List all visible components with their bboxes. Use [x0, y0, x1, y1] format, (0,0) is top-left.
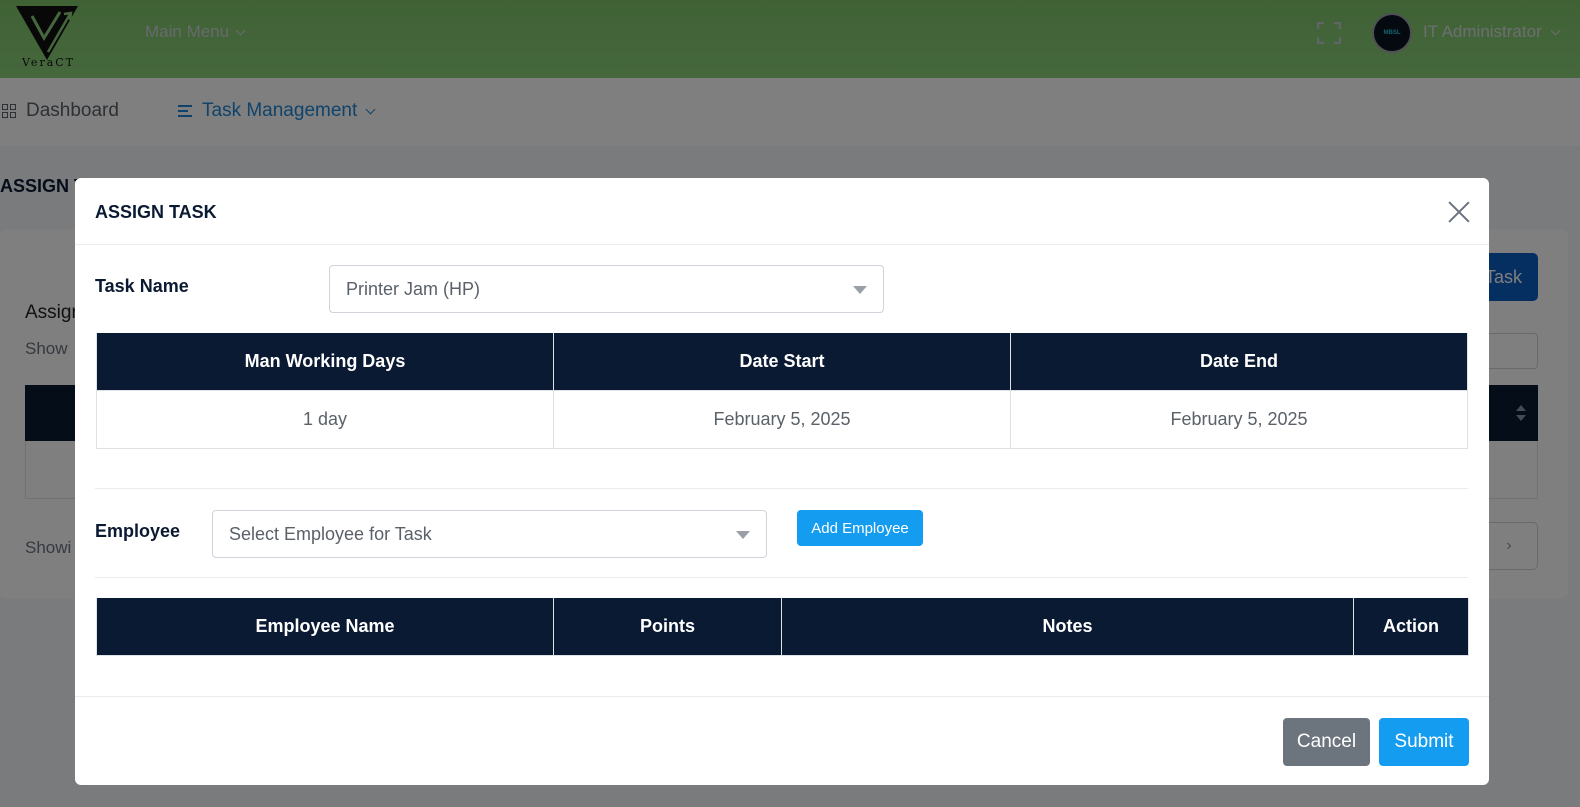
modal-footer: Cancel Submit	[75, 696, 1489, 785]
date-end-cell: February 5, 2025	[1010, 389, 1468, 449]
column-header-action: Action	[1353, 598, 1469, 656]
close-icon[interactable]	[1447, 200, 1471, 224]
divider	[95, 577, 1468, 578]
modal-title: ASSIGN TASK	[95, 202, 217, 222]
column-header-man-working-days: Man Working Days	[96, 333, 554, 391]
schedule-table: Man Working Days Date Start Date End 1 d…	[96, 333, 1468, 449]
assign-task-modal: ASSIGN TASK Task Name Printer Jam (HP) M…	[75, 178, 1489, 785]
column-header-points: Points	[553, 598, 782, 656]
employee-select[interactable]: Select Employee for Task	[212, 510, 767, 558]
task-name-label: Task Name	[95, 276, 189, 296]
submit-button[interactable]: Submit	[1379, 718, 1469, 766]
employee-table: Employee Name Points Notes Action	[96, 598, 1469, 656]
man-working-days-cell: 1 day	[96, 389, 554, 449]
column-header-employee-name: Employee Name	[96, 598, 554, 656]
caret-down-icon	[853, 286, 867, 294]
column-header-date-start: Date Start	[553, 333, 1011, 391]
column-header-notes: Notes	[781, 598, 1354, 656]
task-name-value: Printer Jam (HP)	[346, 278, 481, 299]
schedule-table-header-row: Man Working Days Date Start Date End	[96, 333, 1468, 391]
caret-down-icon	[736, 531, 750, 539]
employee-placeholder: Select Employee for Task	[229, 523, 432, 544]
date-start-cell: February 5, 2025	[553, 389, 1011, 449]
column-header-date-end: Date End	[1010, 333, 1468, 391]
task-name-select[interactable]: Printer Jam (HP)	[329, 265, 884, 313]
employee-label: Employee	[95, 521, 181, 541]
add-employee-button[interactable]: Add Employee	[797, 510, 923, 546]
table-row: 1 day February 5, 2025 February 5, 2025	[96, 389, 1468, 449]
modal-header: ASSIGN TASK	[75, 178, 1489, 245]
employee-table-header-row: Employee Name Points Notes Action	[96, 598, 1469, 656]
cancel-button[interactable]: Cancel	[1283, 718, 1370, 766]
divider	[95, 488, 1468, 489]
